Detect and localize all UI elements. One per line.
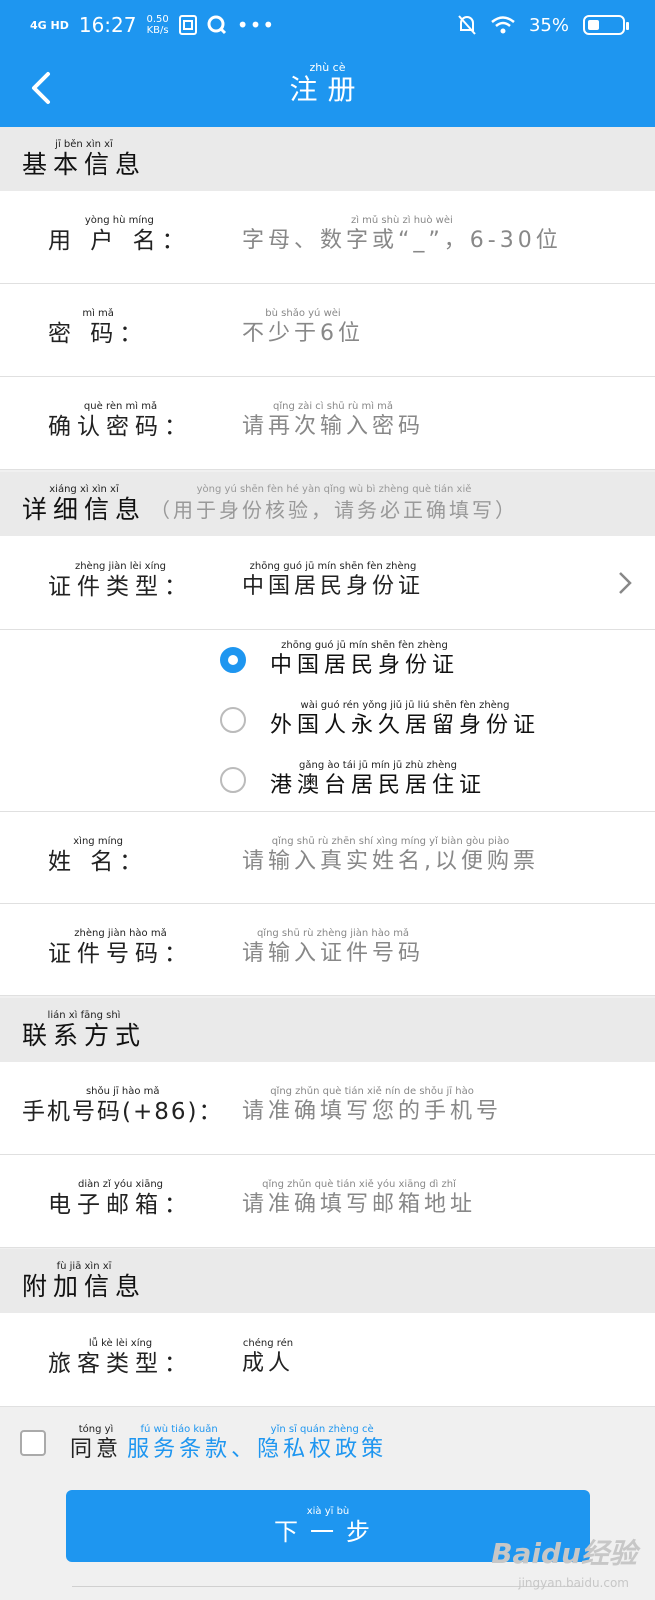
bottom-divider xyxy=(72,1586,582,1600)
id-number-row[interactable]: zhèng jiàn hào mǎ 证件号码： qǐng shū rù zhèng… xyxy=(0,904,655,996)
terms-link[interactable]: fú wù tiáo kuǎn 服务条款 xyxy=(127,1424,231,1464)
id-number-input[interactable]: qǐng shū rù zhèng jiàn hào mǎ 请输入证件号码 xyxy=(242,928,424,968)
phone-label: shǒu jī hào mǎ 手机号码(+86)： xyxy=(22,1086,224,1125)
name-row[interactable]: xìng míng 姓 名： qǐng shū rù zhēn shí xìng … xyxy=(0,812,655,904)
email-input[interactable]: qǐng zhǔn què tián xiě yóu xiāng dì zhǐ 请… xyxy=(242,1179,476,1219)
email-row[interactable]: diàn zǐ yóu xiāng 电子邮箱： qǐng zhǔn què tiá… xyxy=(0,1155,655,1248)
page-title: zhù cè 注册 xyxy=(289,61,366,106)
phone-input[interactable]: qǐng zhǔn què tián xiě nín de shǒu jī hà… xyxy=(242,1086,502,1126)
battery-percent: 35% xyxy=(528,14,569,36)
net-speed: 0.50 KB/s xyxy=(146,14,169,36)
confirm-password-label: què rèn mì mǎ 确认密码： xyxy=(48,401,193,440)
phone-row[interactable]: shǒu jī hào mǎ 手机号码(+86)： qǐng zhǔn què t… xyxy=(0,1062,655,1155)
id-type-row[interactable]: zhèng jiàn lèi xíng 证件类型： zhōng guó jū mí… xyxy=(0,536,655,630)
app-header: 4G HD 16:27 0.50 KB/s ••• 35% zhù cè 注册 xyxy=(0,0,655,127)
radio-button[interactable] xyxy=(220,647,246,673)
chevron-right-icon xyxy=(619,571,632,594)
radio-option-hk-mo-tw[interactable]: gǎng ào tái jū mín jū zhù zhèng 港澳台居民居住证 xyxy=(220,760,486,800)
watermark-logo: Baidu经验 xyxy=(491,1537,637,1570)
username-input[interactable]: zì mǔ shù zì huò wèi 字母、数字或“_”，6-30位 xyxy=(242,215,562,255)
section-detail-info: xiáng xì xìn xī 详细信息 yòng yú shēn fèn hé … xyxy=(0,472,655,536)
password-row[interactable]: mì mǎ 密 码： bù shǎo yú wèi 不少于6位 xyxy=(0,284,655,377)
status-time: 16:27 xyxy=(78,13,137,37)
mute-bell-icon xyxy=(458,15,476,35)
id-type-value[interactable]: zhōng guó jū mín shēn fèn zhèng 中国居民身份证 xyxy=(242,561,424,601)
username-label: yòng hù míng 用 户 名： xyxy=(48,215,191,254)
id-type-label: zhèng jiàn lèi xíng 证件类型： xyxy=(48,560,193,600)
privacy-link[interactable]: yǐn sī quán zhèng cè 隐私权政策 xyxy=(257,1424,387,1464)
radio-option-cn-id[interactable]: zhōng guó jū mín shēn fèn zhèng 中国居民身份证 xyxy=(220,640,459,680)
passenger-type-label: lǚ kè lèi xíng 旅客类型： xyxy=(48,1337,193,1377)
agreement: tóng yì 同意 fú wù tiáo kuǎn 服务条款 、 yǐn sī qu… xyxy=(0,1408,655,1484)
password-label: mì mǎ 密 码： xyxy=(48,308,149,347)
section-contact: lián xì fāng shì 联系方式 xyxy=(0,998,655,1062)
id-type-options: zhōng guó jū mín shēn fèn zhèng 中国居民身份证 w… xyxy=(0,630,655,812)
radio-option-foreign-permanent[interactable]: wài guó rén yǒng jiǔ jū liú shēn fèn zhè… xyxy=(220,700,540,740)
sd-card-icon xyxy=(178,15,197,35)
more-dots-icon: ••• xyxy=(236,13,276,37)
signal-indicator: 4G HD xyxy=(30,18,69,32)
wifi-icon xyxy=(491,16,515,34)
watermark-url: jingyan.baidu.com xyxy=(518,1576,629,1590)
username-row[interactable]: yòng hù míng 用 户 名： zì mǔ shù zì huò wèi 字… xyxy=(0,191,655,284)
separator: 、 xyxy=(231,1437,258,1462)
section-extra-info: fù jiā xìn xī 附加信息 xyxy=(0,1249,655,1313)
passenger-type-value[interactable]: chéng rén 成人 xyxy=(242,1338,294,1378)
email-label: diàn zǐ yóu xiāng 电子邮箱： xyxy=(48,1179,193,1218)
name-label: xìng míng 姓 名： xyxy=(48,835,149,875)
agree-text: tóng yì 同意 xyxy=(70,1424,123,1462)
name-input[interactable]: qǐng shū rù zhēn shí xìng míng yǐ biàn g… xyxy=(242,836,539,876)
status-bar: 4G HD 16:27 0.50 KB/s ••• 35% xyxy=(0,0,655,50)
confirm-password-row[interactable]: què rèn mì mǎ 确认密码： qǐng zài cì shū rù mì… xyxy=(0,377,655,470)
id-number-label: zhèng jiàn hào mǎ 证件号码： xyxy=(48,927,193,967)
radio-button[interactable] xyxy=(220,767,246,793)
agree-checkbox[interactable] xyxy=(20,1430,46,1456)
password-input[interactable]: bù shǎo yú wèi 不少于6位 xyxy=(242,308,364,348)
section-basic-info: jī běn xìn xī 基本信息 xyxy=(0,127,655,191)
passenger-type-row[interactable]: lǚ kè lèi xíng 旅客类型： chéng rén 成人 xyxy=(0,1313,655,1407)
radio-button[interactable] xyxy=(220,707,246,733)
confirm-password-input[interactable]: qǐng zài cì shū rù mì mǎ 请再次输入密码 xyxy=(242,401,424,441)
battery-icon xyxy=(583,15,629,35)
search-app-icon xyxy=(207,15,226,35)
detail-note: yòng yú shēn fèn hé yàn qǐng wù bì zhèng… xyxy=(150,484,519,522)
